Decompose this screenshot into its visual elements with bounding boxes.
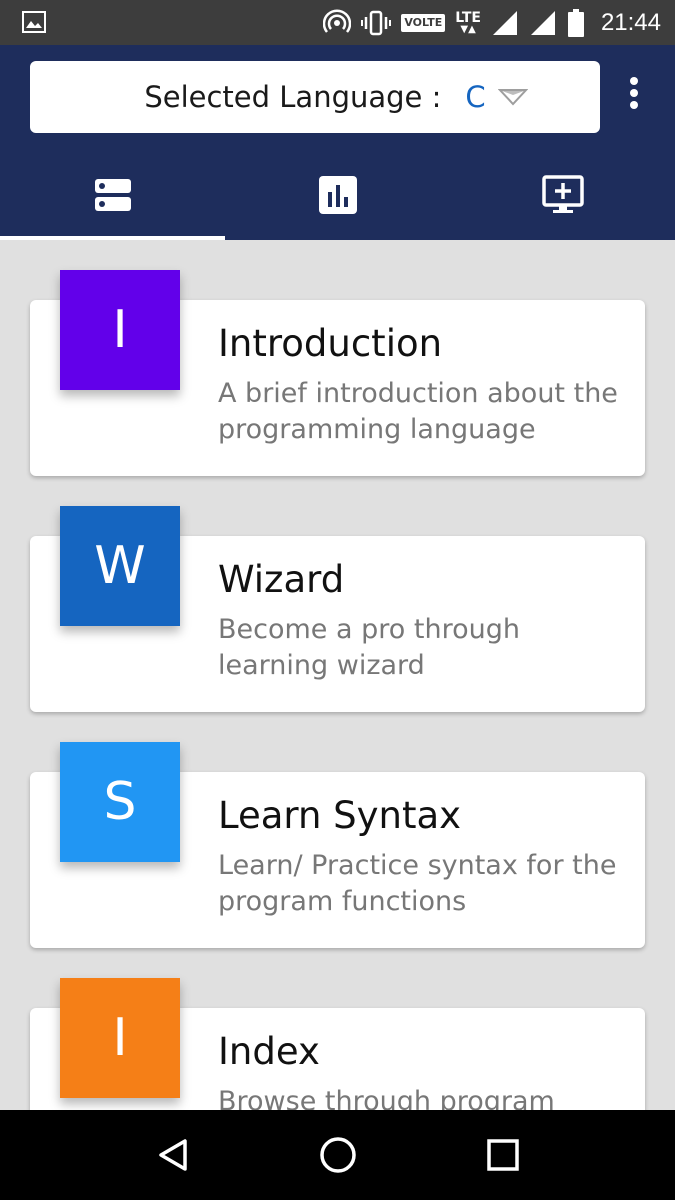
content-list: Introduction A brief introduction about … xyxy=(0,240,675,1110)
dropdown-arrow-icon[interactable] xyxy=(498,87,528,107)
hotspot-icon xyxy=(323,8,352,33)
back-button[interactable] xyxy=(148,1130,198,1180)
card-title: Learn Syntax xyxy=(218,794,462,837)
lte-indicator: LTE ▼▲ xyxy=(455,11,481,35)
tab-list[interactable] xyxy=(0,155,225,240)
card-badge-wizard: W xyxy=(60,506,180,626)
data-arrows-icon: ▼▲ xyxy=(460,23,476,35)
selected-language-value: C xyxy=(465,80,486,114)
tab-stats[interactable] xyxy=(225,155,450,240)
home-icon xyxy=(319,1137,356,1173)
tab-bar xyxy=(0,155,675,240)
clock: 21:44 xyxy=(600,8,661,36)
status-bar: VOLTE LTE ▼▲ 21:44 xyxy=(0,0,675,45)
battery-icon xyxy=(567,8,584,37)
tab-add-screen[interactable] xyxy=(450,155,675,240)
card-description: Become a pro through learning wizard xyxy=(218,614,520,681)
add-screen-icon xyxy=(541,174,584,213)
overflow-menu-icon[interactable] xyxy=(620,77,648,117)
card-title: Wizard xyxy=(218,558,345,601)
recents-icon xyxy=(486,1139,519,1171)
app-header: Selected Language : C xyxy=(0,45,675,240)
card-description: Browse through program xyxy=(218,1086,555,1110)
vibrate-icon xyxy=(361,10,392,35)
card-badge-introduction: I xyxy=(60,270,180,390)
gallery-notification-icon xyxy=(22,11,46,33)
card-description: A brief introduction about the programmi… xyxy=(218,378,618,445)
card-title: Index xyxy=(218,1030,320,1073)
system-navigation-bar xyxy=(0,1110,675,1200)
card-badge-learn-syntax: S xyxy=(60,742,180,862)
card-badge-index: I xyxy=(60,978,180,1098)
language-selector-label: Selected Language : xyxy=(144,80,442,114)
list-icon xyxy=(94,178,131,211)
bar-chart-icon xyxy=(318,175,357,214)
language-selector[interactable]: Selected Language : C xyxy=(30,61,600,133)
home-button[interactable] xyxy=(313,1130,363,1180)
signal-icon xyxy=(492,10,517,35)
card-description: Learn/ Practice syntax for the program f… xyxy=(218,850,617,917)
status-icons: VOLTE LTE ▼▲ 21:44 xyxy=(323,0,661,45)
signal-icon-2 xyxy=(530,10,555,35)
volte-badge: VOLTE xyxy=(401,13,446,32)
back-icon xyxy=(158,1139,187,1171)
card-title: Introduction xyxy=(218,322,443,365)
recents-button[interactable] xyxy=(478,1130,528,1180)
